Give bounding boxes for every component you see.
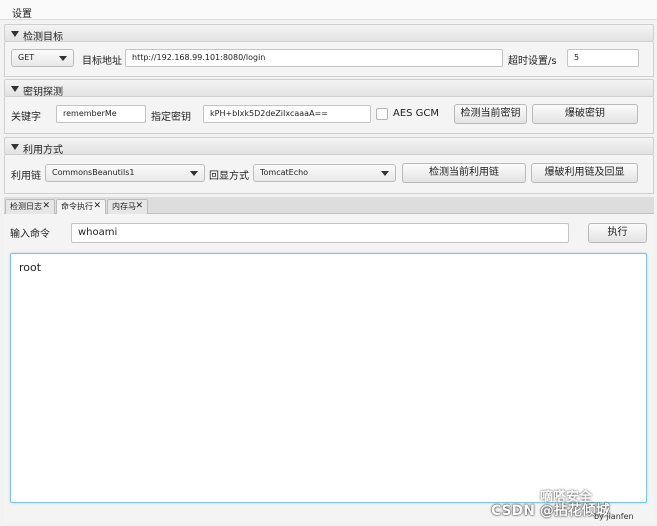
output-text: root xyxy=(19,261,42,274)
http-method-value: GET xyxy=(18,53,35,62)
url-input[interactable]: http://192.168.99.101:8080/login xyxy=(125,49,503,67)
section-header-key[interactable]: 密钥探测 xyxy=(4,79,654,98)
timeout-input[interactable]: 5 xyxy=(567,49,639,67)
tab-log[interactable]: 检测日志 ✕ xyxy=(5,199,55,214)
timeout-label: 超时设置/s xyxy=(508,56,557,67)
key-label: 指定密钥 xyxy=(151,112,191,123)
brute-chain-button[interactable]: 爆破利用链及回显 xyxy=(531,163,638,183)
echo-label: 回显方式 xyxy=(209,171,249,182)
url-label: 目标地址 xyxy=(82,56,122,67)
close-icon[interactable]: ✕ xyxy=(93,200,101,213)
menu-settings[interactable]: 设置 xyxy=(12,5,32,20)
watermark-author: by jianfen xyxy=(594,512,634,521)
close-icon[interactable]: ✕ xyxy=(135,200,143,213)
collapse-triangle-icon xyxy=(11,86,19,92)
keyword-label: 关键字 xyxy=(11,112,41,123)
section-body-target: GET 目标地址 http://192.168.99.101:8080/logi… xyxy=(4,42,654,77)
section-title-exploit: 利用方式 xyxy=(23,145,63,156)
section-body-key: 关键字 rememberMe 指定密钥 kPH+bIxk5D2deZiIxcaa… xyxy=(4,97,654,134)
watermark-text: CSDN @拈花倾城 xyxy=(491,503,610,519)
tab-memshell-label: 内存马 xyxy=(112,202,136,211)
chain-label: 利用链 xyxy=(11,171,41,182)
section-body-exploit: 利用链 CommonsBeanutils1 回显方式 TomcatEcho 检测… xyxy=(4,155,654,194)
tab-memshell[interactable]: 内存马 ✕ xyxy=(107,199,148,214)
aes-gcm-label: AES GCM xyxy=(393,108,440,119)
tab-log-label: 检测日志 xyxy=(10,202,42,211)
chain-value: CommonsBeanutils1 xyxy=(52,168,135,177)
chain-select[interactable]: CommonsBeanutils1 xyxy=(45,164,205,182)
http-method-select[interactable]: GET xyxy=(11,49,74,67)
aes-gcm-checkbox[interactable] xyxy=(376,108,388,120)
key-input[interactable]: kPH+bIxk5D2deZiIxcaaaA== xyxy=(203,105,371,123)
section-title-key: 密钥探测 xyxy=(23,87,63,98)
section-header-target[interactable]: 检测目标 xyxy=(4,24,654,43)
command-input[interactable]: whoami xyxy=(71,223,569,243)
detect-chain-button[interactable]: 检测当前利用链 xyxy=(402,163,526,183)
execute-button[interactable]: 执行 xyxy=(588,223,647,243)
tab-command[interactable]: 命令执行 ✕ xyxy=(56,199,106,215)
chevron-down-icon xyxy=(381,171,389,176)
tab-strip: 检测日志 ✕ 命令执行 ✕ 内存马 ✕ xyxy=(4,197,654,215)
section-title-target: 检测目标 xyxy=(23,32,63,43)
chevron-down-icon xyxy=(59,56,67,61)
collapse-triangle-icon xyxy=(11,31,19,37)
keyword-input[interactable]: rememberMe xyxy=(56,105,146,123)
brute-key-button[interactable]: 爆破密钥 xyxy=(532,104,638,124)
output-textarea[interactable]: root xyxy=(10,253,647,503)
section-header-exploit[interactable]: 利用方式 xyxy=(4,137,654,156)
chevron-down-icon xyxy=(190,171,198,176)
detect-key-button[interactable]: 检测当前密钥 xyxy=(454,104,527,124)
menu-bar: 设置 xyxy=(0,0,657,20)
echo-select[interactable]: TomcatEcho xyxy=(253,164,396,182)
tab-command-label: 命令执行 xyxy=(61,202,93,211)
close-icon[interactable]: ✕ xyxy=(42,200,50,213)
collapse-triangle-icon xyxy=(11,144,19,150)
echo-value: TomcatEcho xyxy=(260,168,309,177)
command-label: 输入命令 xyxy=(10,229,50,240)
